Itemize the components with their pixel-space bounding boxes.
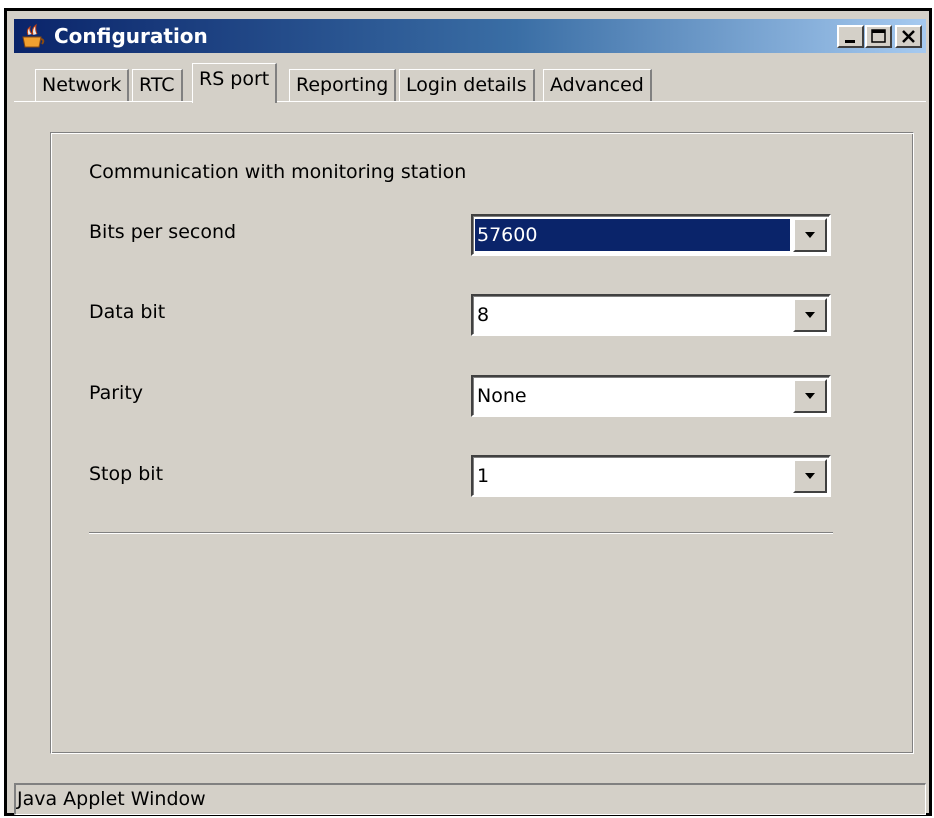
- tab-reporting[interactable]: Reporting: [289, 69, 397, 101]
- tab-strip: Network RTC RS port Reporting Login deta…: [14, 53, 926, 105]
- parity-label: Parity: [89, 382, 144, 404]
- stop-bit-label: Stop bit: [89, 463, 164, 485]
- close-button[interactable]: [895, 25, 922, 48]
- window-title: Configuration: [54, 24, 208, 48]
- tab-rs-port[interactable]: RS port: [192, 63, 278, 103]
- minimize-icon: [845, 40, 855, 43]
- parity-dropdown-button[interactable]: [793, 379, 827, 413]
- bits-per-second-label: Bits per second: [89, 221, 237, 243]
- title-bar[interactable]: Configuration: [14, 19, 926, 53]
- tab-content-panel: Communication with monitoring station Bi…: [14, 101, 926, 771]
- tab-advanced[interactable]: Advanced: [543, 69, 652, 101]
- tab-network[interactable]: Network: [35, 69, 130, 101]
- data-bit-dropdown-button[interactable]: [793, 298, 827, 332]
- java-cup-icon: [22, 23, 45, 48]
- chevron-down-icon: [805, 312, 815, 318]
- bits-per-second-dropdown-button[interactable]: [793, 218, 827, 252]
- chevron-down-icon: [805, 473, 815, 479]
- close-icon: [902, 30, 915, 43]
- stop-bit-select[interactable]: 1: [471, 455, 831, 497]
- separator-line: [89, 532, 833, 534]
- parity-select[interactable]: None: [471, 375, 831, 417]
- maximize-button[interactable]: [865, 25, 892, 48]
- data-bit-value: 8: [477, 304, 490, 326]
- data-bit-label: Data bit: [89, 301, 166, 323]
- bits-per-second-value: 57600: [475, 219, 790, 251]
- chevron-down-icon: [805, 232, 815, 238]
- stop-bit-dropdown-button[interactable]: [793, 459, 827, 493]
- tab-login-details[interactable]: Login details: [399, 69, 535, 101]
- tab-rtc[interactable]: RTC: [132, 69, 183, 101]
- data-bit-select[interactable]: 8: [471, 294, 831, 336]
- chevron-down-icon: [805, 393, 815, 399]
- status-bar: Java Applet Window: [14, 783, 926, 815]
- rs-port-group: Communication with monitoring station Bi…: [50, 132, 914, 754]
- parity-value: None: [477, 385, 527, 407]
- section-title: Communication with monitoring station: [89, 161, 467, 183]
- configuration-window: Configuration Network RTC RS port Report…: [4, 8, 932, 816]
- maximize-icon: [871, 29, 886, 43]
- bits-per-second-select[interactable]: 57600: [471, 214, 831, 256]
- stop-bit-value: 1: [477, 465, 490, 487]
- minimize-button[interactable]: [837, 25, 864, 48]
